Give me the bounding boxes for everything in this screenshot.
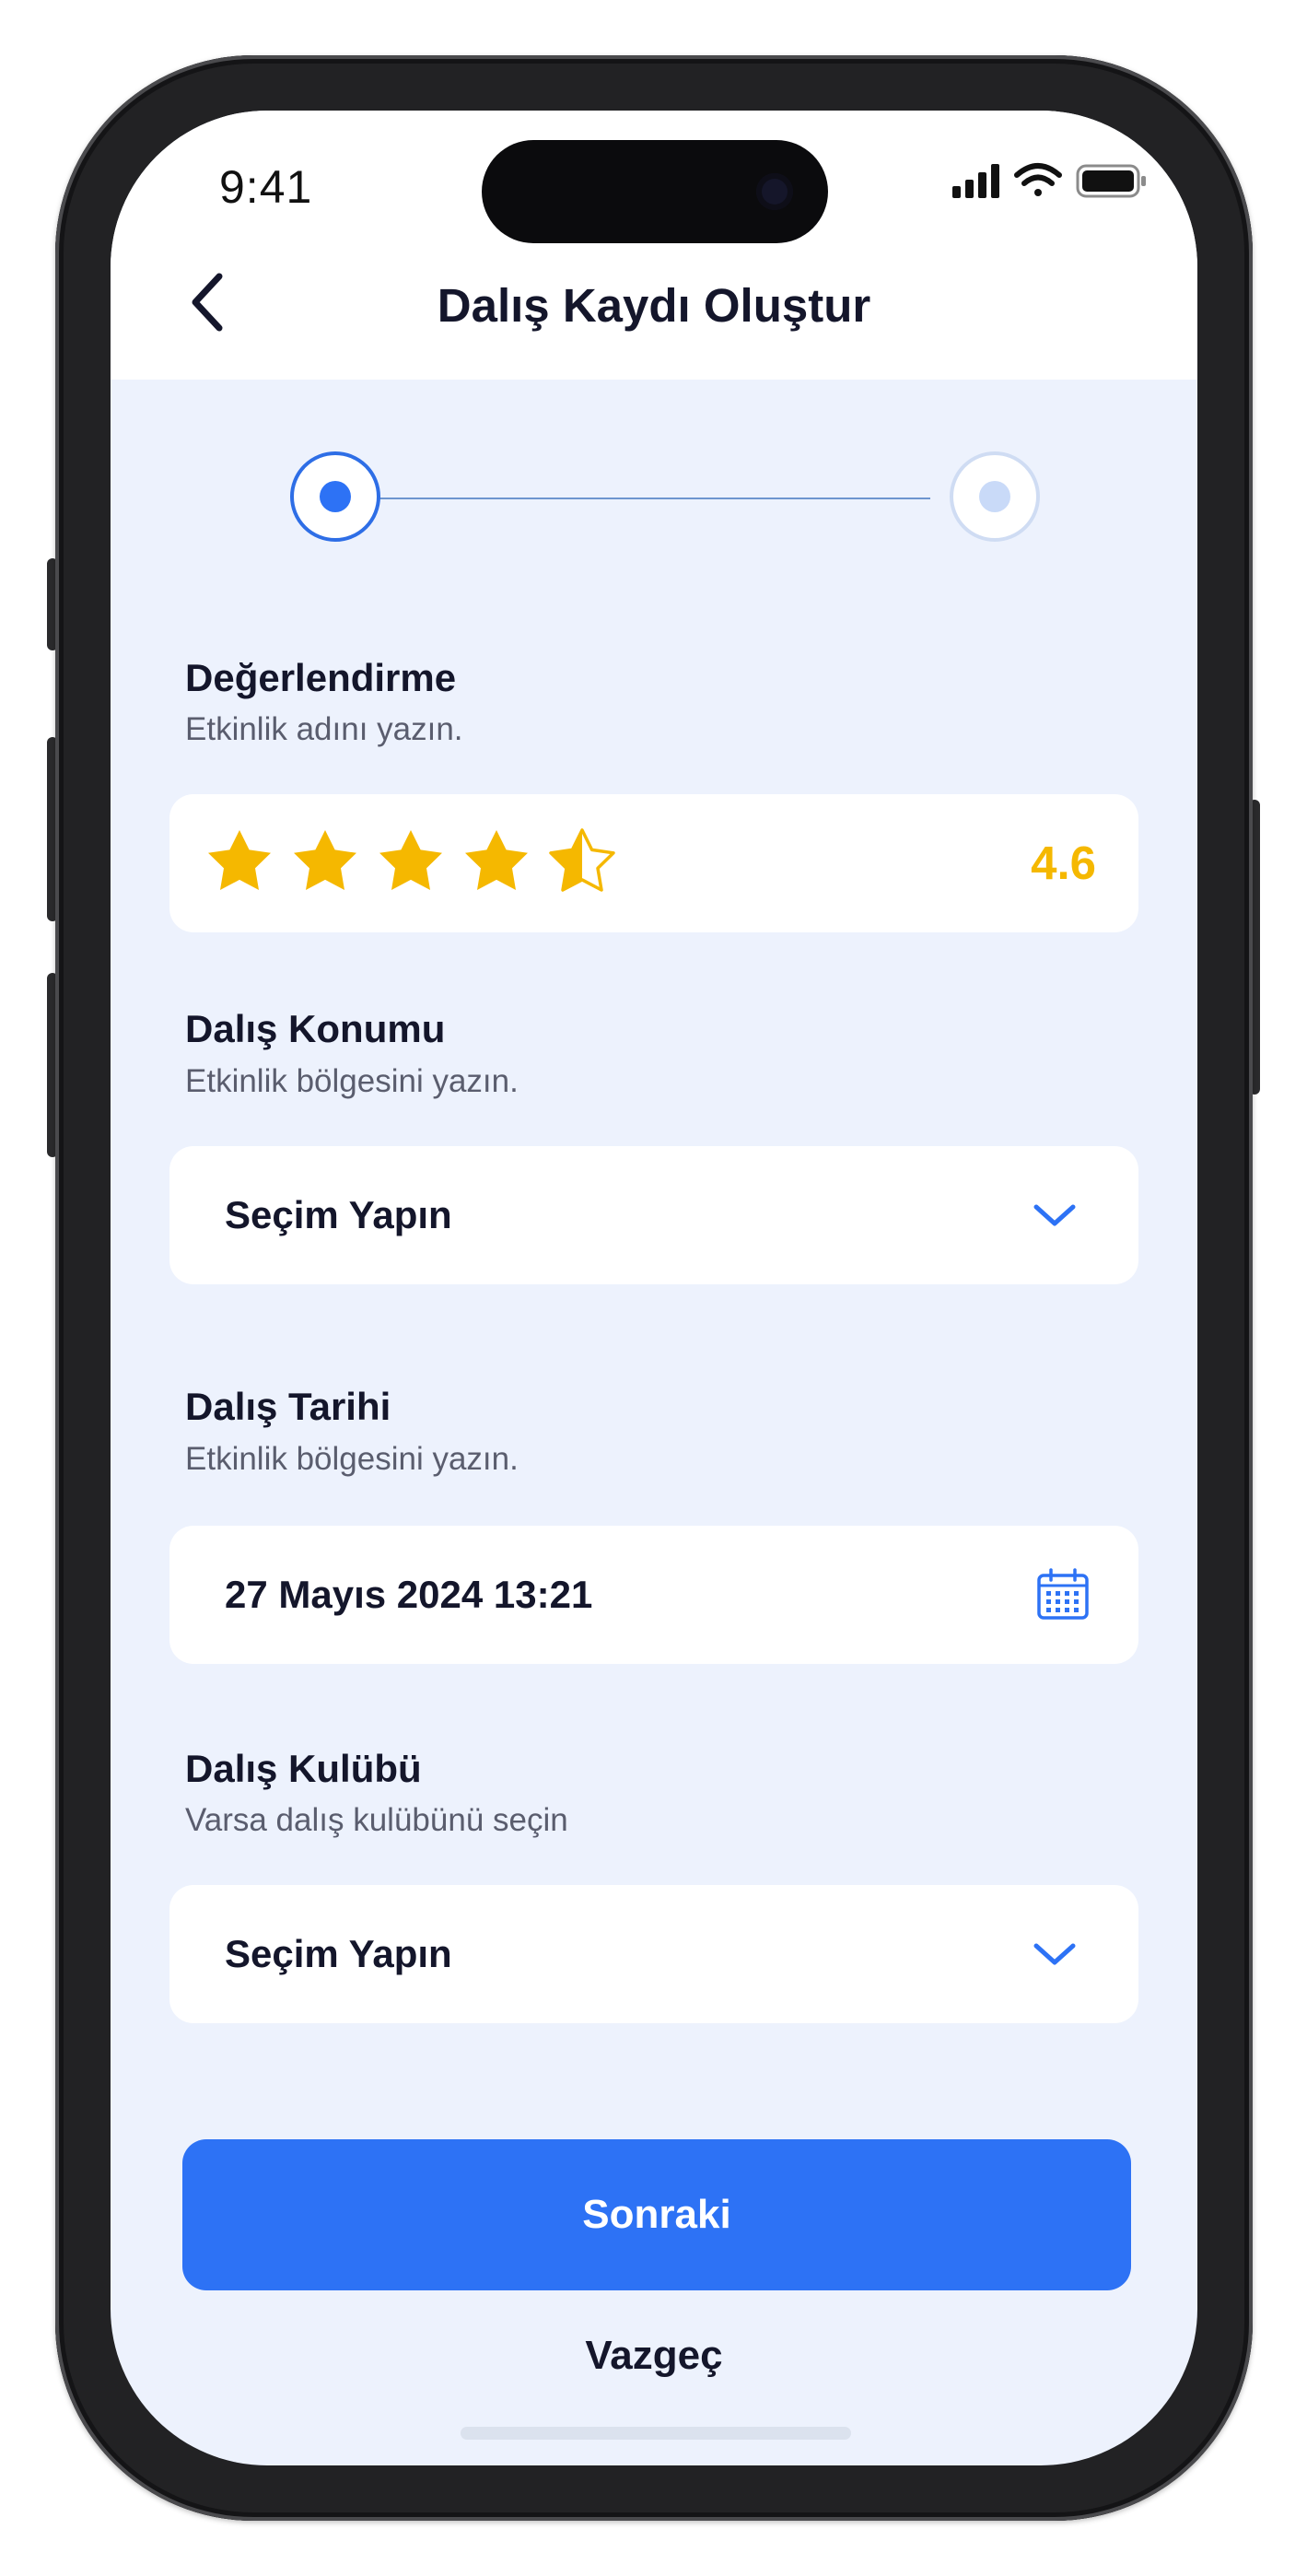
star-icon [465,830,528,890]
club-hint: Varsa dalış kulübünü seçin [185,1802,568,1838]
star-icon [294,830,356,890]
rating-card[interactable]: 4.6 [169,794,1138,932]
page-title: Dalış Kaydı Oluştur [437,279,871,332]
club-label: Dalış Kulübü [185,1747,422,1790]
step-1-indicator [290,451,380,542]
star-icon [208,830,271,890]
location-label: Dalış Konumu [185,1007,446,1050]
cancel-button[interactable]: Vazgeç [111,2333,1197,2379]
step-dot [979,481,1010,512]
location-select[interactable]: Seçim Yapın [169,1146,1138,1284]
chevron-down-icon [1033,1204,1076,1226]
step-dot [320,481,351,512]
rating-label: Değerlendirme [185,656,457,699]
club-select[interactable]: Seçim Yapın [169,1885,1138,2023]
status-time: 9:41 [219,161,313,213]
rating-hint: Etkinlik adını yazın. [185,711,463,747]
star-rating[interactable] [203,826,636,900]
chevron-down-icon [1033,1943,1076,1965]
wifi-icon [1014,163,1062,196]
status-icons [952,163,1146,198]
star-icon [379,830,442,890]
top-bar: 9:41 Dalış Kaydı Oluştur [111,111,1197,380]
date-value: 27 Mayıs 2024 13:21 [225,1573,593,1616]
rating-value: 4.6 [1031,837,1096,889]
club-select-value: Seçim Yapın [225,1932,452,1975]
next-button[interactable]: Sonraki [182,2139,1131,2290]
screen: 9:41 Dalış Kaydı Oluştur Değerlendirme E… [111,111,1197,2465]
battery-icon [1076,164,1146,198]
stepper-line [332,498,930,499]
date-field[interactable]: 27 Mayıs 2024 13:21 [169,1526,1138,1664]
dynamic-island [482,140,828,243]
camera-icon [756,173,793,210]
step-2-indicator [950,451,1040,542]
location-select-value: Seçim Yapın [225,1193,452,1236]
date-hint: Etkinlik bölgesini yazın. [185,1441,519,1477]
date-label: Dalış Tarihi [185,1385,391,1428]
calendar-icon[interactable] [1035,1566,1091,1622]
signal-icon [952,164,999,198]
location-hint: Etkinlik bölgesini yazın. [185,1063,519,1099]
half-star-icon [549,828,615,892]
home-indicator[interactable] [461,2427,851,2440]
